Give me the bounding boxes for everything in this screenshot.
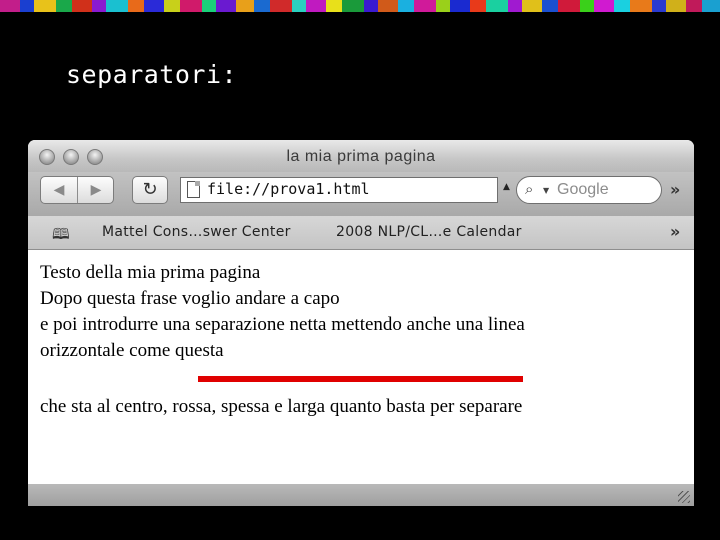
forward-arrow-icon: ▶ (90, 182, 102, 198)
bookmarks-overflow-chevron-icon[interactable]: » (670, 222, 680, 241)
back-button[interactable]: ◀ (42, 180, 76, 200)
reload-icon: ↻ (142, 179, 158, 200)
decorative-confetti-strip (0, 0, 720, 12)
page-text-line: orizzontale come questa (40, 340, 224, 361)
search-field[interactable]: ⌕ ▼ Google (516, 176, 662, 204)
address-text: file://prova1.html (207, 180, 370, 198)
slide-title: separatori: (66, 60, 238, 89)
browser-toolbar: ◀ ▶ ↻ file://prova1.html ▲ ⌕ ▼ Google » (28, 172, 694, 216)
window-titlebar[interactable]: la mia prima pagina (28, 140, 694, 172)
page-text-line: e poi introdurre una separazione netta m… (40, 314, 525, 335)
document-icon (187, 181, 200, 198)
toolbar-overflow-chevron-icon[interactable]: » (670, 180, 680, 199)
bookmark-item[interactable]: Mattel Cons…swer Center (102, 224, 291, 240)
reload-button[interactable]: ↻ (132, 176, 168, 204)
page-text-line: Testo della mia prima pagina (40, 262, 261, 283)
resize-grip-icon[interactable] (678, 491, 690, 503)
search-icon: ⌕ (525, 180, 534, 198)
page-text-line: Dopo questa frase voglio andare a capo (40, 288, 340, 309)
url-history-arrows-icon[interactable]: ▲ (503, 182, 510, 192)
search-placeholder: Google (557, 181, 609, 198)
page-text-after-rule: che sta al centro, rossa, spessa e larga… (40, 396, 523, 417)
bookmarks-book-icon[interactable]: 🕮 (52, 224, 70, 249)
bookmarks-bar: 🕮 Mattel Cons…swer Center 2008 NLP/CL…e … (28, 216, 694, 250)
nav-button-group: ◀ ▶ (40, 176, 114, 204)
back-arrow-icon: ◀ (53, 182, 65, 198)
nav-separator (77, 177, 78, 203)
browser-window: la mia prima pagina ◀ ▶ ↻ file://prova1.… (28, 140, 694, 506)
page-content: Testo della mia prima pagina Dopo questa… (28, 250, 694, 484)
bookmark-item[interactable]: 2008 NLP/CL…e Calendar (336, 224, 522, 240)
forward-button[interactable]: ▶ (79, 180, 113, 200)
window-title: la mia prima pagina (286, 148, 436, 165)
address-bar[interactable]: file://prova1.html (180, 177, 498, 203)
status-bar (28, 484, 694, 506)
search-engine-dropdown-icon[interactable]: ▼ (543, 186, 549, 195)
horizontal-rule (198, 376, 523, 382)
